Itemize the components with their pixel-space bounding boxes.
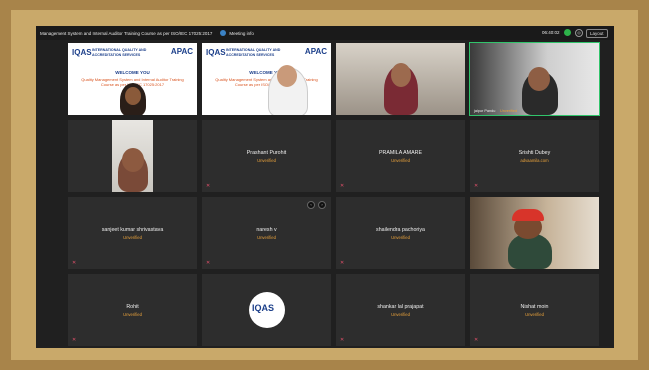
meeting-info-button[interactable]: Meeting info [229,31,254,36]
shield-icon[interactable] [220,30,227,36]
participant-tile-16[interactable]: Nishat moin Unverified ✕ [470,274,599,346]
participant-label: jaipur Pandu [474,109,496,113]
unverified-badge: Unverified [257,158,276,163]
layout-button[interactable]: Layout [586,28,608,38]
mic-off-icon: ✕ [340,260,345,266]
participant-name: shailendra pachoriya [376,227,425,233]
mic-off-icon: ✕ [474,183,479,189]
participant-name: Srishti Dubey [518,150,551,156]
security-status-icon[interactable] [564,29,571,36]
participant-face [122,148,144,172]
participant-tile-15[interactable]: shankar lal prajapat Unverified ✕ [336,274,465,346]
mic-off-icon: ✕ [474,337,479,343]
participant-tile-slide-1[interactable]: IQAS INTERNATIONAL QUALITY AND ACCREDITAT… [68,43,197,115]
participant-name: naresh v [256,227,277,233]
org-name: INTERNATIONAL QUALITY AND ACCREDITATION S… [226,48,281,57]
participant-beanie [512,209,544,221]
apac-logo: APAC [170,47,193,56]
participant-tile-8[interactable]: Srishti Dubey advaamila.com ✕ [470,120,599,192]
mic-off-icon: ✕ [340,183,345,189]
participant-name: Prashant Purohit [246,150,287,156]
meeting-title: Management System and Internal Auditor T… [40,30,213,36]
mic-off-icon: ✕ [340,337,345,343]
unverified-badge: Unverified [123,312,142,317]
participant-tile-9[interactable]: sanjeet kumar shrivastava Unverified ✕ [68,197,197,269]
participant-tile-13[interactable]: Rohit Unverified ✕ [68,274,197,346]
participant-tile-14[interactable]: IQAS [202,274,331,346]
unverified-badge: Unverified [391,158,410,163]
iqas-logo: IQAS [72,48,92,57]
participant-name: Rohit [126,304,139,310]
participant-name: shankar lal prajapat [377,304,424,310]
participant-name: PRAMILA AMARE [379,150,422,156]
participant-tile-5[interactable] [68,120,197,192]
mic-off-icon: ✕ [206,260,211,266]
participant-tile-11[interactable]: shailendra pachoriya Unverified ✕ [336,197,465,269]
participant-tile-6[interactable]: Prashant Purohit Unverified ✕ [202,120,331,192]
top-bar: Management System and Internal Auditor T… [36,26,614,40]
participant-tile-7[interactable]: PRAMILA AMARE Unverified ✕ [336,120,465,192]
shared-slide: IQAS INTERNATIONAL QUALITY AND ACCREDITAT… [202,43,331,115]
participant-tile-12[interactable] [470,197,599,269]
participant-face [125,87,141,105]
org-name: INTERNATIONAL QUALITY AND ACCREDITATION S… [92,48,147,57]
meeting-window: Management System and Internal Auditor T… [36,26,614,348]
participant-name: sanjeet kumar shrivastava [101,227,164,233]
previous-page-icon[interactable]: ‹ [307,201,315,209]
mic-off-icon: ✕ [206,183,211,189]
page-controls: ‹ › [307,201,326,209]
slide-welcome: WELCOME YOU [115,70,150,75]
meeting-timer: 06:40:02 [542,30,560,35]
slide-welcome: WELCOME YOU [249,70,284,75]
participant-tile-active[interactable]: jaipur Pandu Unverified [469,42,600,116]
unverified-badge: Unverified [391,235,410,240]
iqas-logo: IQAS [206,48,226,57]
iqas-logo: IQAS [252,303,275,313]
participant-face [391,63,411,87]
participant-face [528,67,550,91]
participant-domain: advaamila.com [520,158,549,163]
apac-logo: APAC [304,47,327,56]
next-page-icon[interactable]: › [318,201,326,209]
participant-face [277,65,297,87]
view-options-icon[interactable]: ◎ [575,29,583,37]
unverified-badge: Unverified [123,235,142,240]
participant-name: Nishat moin [520,304,549,310]
mic-off-icon: ✕ [72,260,77,266]
unverified-badge: Unverified [500,109,518,113]
participant-tile-slide-2[interactable]: IQAS INTERNATIONAL QUALITY AND ACCREDITAT… [202,43,331,115]
unverified-badge: Unverified [257,235,276,240]
participant-tile-3[interactable] [336,43,465,115]
unverified-badge: Unverified [391,312,410,317]
unverified-badge: Unverified [525,312,544,317]
mic-off-icon: ✕ [72,337,77,343]
